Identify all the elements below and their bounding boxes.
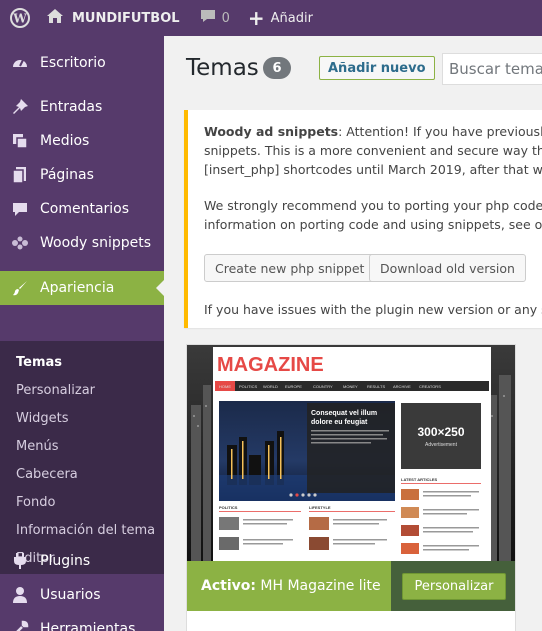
menu-label: Escritorio	[40, 55, 106, 71]
preview-nav: CREATORS	[419, 384, 441, 389]
svg-text:dolore eu feugiat: dolore eu feugiat	[311, 419, 368, 426]
submenu-header[interactable]: Cabecera	[16, 467, 78, 482]
menu-item-dashboard[interactable]: Escritorio	[0, 46, 164, 80]
page-title: Temas	[186, 55, 259, 81]
menu-label: Páginas	[40, 167, 94, 183]
add-new-theme-button[interactable]: Añadir nuevo	[319, 56, 435, 80]
preview-nav: HOME	[219, 384, 231, 389]
main-content: Temas 6 Añadir nuevo Buscar temas... Woo…	[164, 36, 542, 631]
preview-nav: ARCHIVE	[393, 384, 411, 389]
menu-item-plugins[interactable]: Plugins	[0, 544, 164, 578]
admin-bar: W MUNDIFUTBOL 0 + Añadir	[0, 0, 542, 36]
menu-label: Usuarios	[40, 587, 101, 603]
site-name-link[interactable]: MUNDIFUTBOL	[40, 0, 190, 36]
customize-area: Personalizar	[391, 561, 515, 611]
submenu-background[interactable]: Fondo	[16, 495, 55, 510]
notice-line: If you have issues with the plugin new v…	[204, 302, 542, 317]
plus-icon: +	[247, 6, 265, 30]
menu-label: Herramientas	[40, 621, 136, 631]
menu-item-appearance[interactable]: Apariencia	[0, 271, 164, 305]
home-icon	[46, 8, 64, 28]
submenu-customize[interactable]: Personalizar	[16, 383, 95, 398]
appearance-submenu: Temas Personalizar Widgets Menús Cabecer…	[0, 341, 164, 574]
pages-icon	[0, 166, 40, 184]
woody-notice: Woody ad snippets: Attention! If you hav…	[184, 110, 542, 328]
media-icon	[0, 132, 40, 150]
svg-text:Consequat vel illum: Consequat vel illum	[311, 410, 377, 417]
wordpress-logo-icon[interactable]: W	[0, 0, 40, 36]
preview-nav: COUNTRY	[313, 384, 333, 389]
preview-nav: RESULTS	[367, 384, 385, 389]
notice-line: snippets. This is a more convenient and …	[204, 143, 542, 158]
tools-icon	[0, 620, 40, 631]
users-icon	[0, 586, 40, 604]
preview-nav: EUROPE	[285, 384, 302, 389]
menu-item-pages[interactable]: Páginas	[0, 158, 164, 192]
svg-text:W: W	[12, 12, 27, 26]
active-theme-card[interactable]: MAGAZINE HOME POLITICS WORLD EUROPE COUN…	[186, 344, 516, 631]
menu-label: Woody snippets	[40, 235, 152, 251]
comments-count: 0	[221, 10, 230, 26]
comment-icon	[0, 200, 40, 218]
dashboard-icon	[0, 54, 40, 72]
active-theme-label: Activo: MH Magazine lite	[201, 578, 381, 594]
menu-item-media[interactable]: Medios	[0, 124, 164, 158]
brush-icon	[0, 279, 40, 297]
submenu-theme-info[interactable]: Información del tema	[16, 523, 155, 538]
notice-brand: Woody ad snippets	[204, 124, 339, 139]
preview-section: POLITICS	[219, 505, 238, 510]
active-theme-bar: Activo: MH Magazine lite Personalizar	[187, 561, 515, 611]
notice-line: Woody ad snippets: Attention! If you hav…	[204, 124, 542, 139]
admin-sidebar: Escritorio Entradas Medios Páginas Comen…	[0, 36, 164, 631]
menu-label: Plugins	[40, 553, 91, 569]
plugin-icon	[0, 552, 40, 570]
menu-label: Comentarios	[40, 201, 130, 217]
menu-item-posts[interactable]: Entradas	[0, 90, 164, 124]
preview-ad-size: 300×250	[417, 425, 464, 439]
menu-item-users[interactable]: Usuarios	[0, 578, 164, 612]
preview-section: LATEST ARTICLES	[401, 477, 438, 482]
preview-section: LIFESTYLE	[309, 505, 331, 510]
submenu-widgets[interactable]: Widgets	[16, 411, 69, 426]
preview-nav: WORLD	[263, 384, 278, 389]
comments-link[interactable]: 0	[190, 0, 240, 36]
theme-count-badge: 6	[263, 57, 291, 79]
preview-ad-label: Advertisement	[425, 442, 458, 448]
notice-line: [insert_php] shortcodes until March 2019…	[204, 162, 542, 177]
active-theme-name: MH Magazine lite	[260, 578, 381, 594]
new-content-link[interactable]: + Añadir	[240, 0, 321, 36]
preview-logo: MAGAZINE	[217, 354, 324, 376]
menu-label: Apariencia	[40, 280, 115, 296]
download-old-version-button[interactable]: Download old version	[369, 254, 526, 282]
menu-label: Medios	[40, 133, 90, 149]
preview-nav: MONEY	[343, 384, 358, 389]
customize-button[interactable]: Personalizar	[402, 572, 506, 600]
comment-icon	[200, 8, 216, 28]
submenu-menus[interactable]: Menús	[16, 439, 58, 454]
notice-line: information on porting code and using sn…	[204, 217, 542, 232]
snippets-icon	[0, 234, 40, 252]
theme-screenshot: MAGAZINE HOME POLITICS WORLD EUROPE COUN…	[187, 345, 515, 561]
menu-label: Entradas	[40, 99, 103, 115]
menu-item-comments[interactable]: Comentarios	[0, 192, 164, 226]
new-content-label: Añadir	[270, 10, 313, 26]
pin-icon	[0, 98, 40, 116]
menu-item-tools[interactable]: Herramientas	[0, 612, 164, 631]
menu-item-woody-snippets[interactable]: Woody snippets	[0, 226, 164, 260]
preview-nav: POLITICS	[239, 384, 258, 389]
create-php-snippet-button[interactable]: Create new php snippet	[204, 254, 376, 282]
submenu-themes[interactable]: Temas	[16, 355, 62, 370]
site-name: MUNDIFUTBOL	[72, 10, 180, 26]
notice-line: We strongly recommend you to porting you…	[204, 198, 542, 213]
search-themes-input[interactable]: Buscar temas...	[442, 53, 542, 85]
